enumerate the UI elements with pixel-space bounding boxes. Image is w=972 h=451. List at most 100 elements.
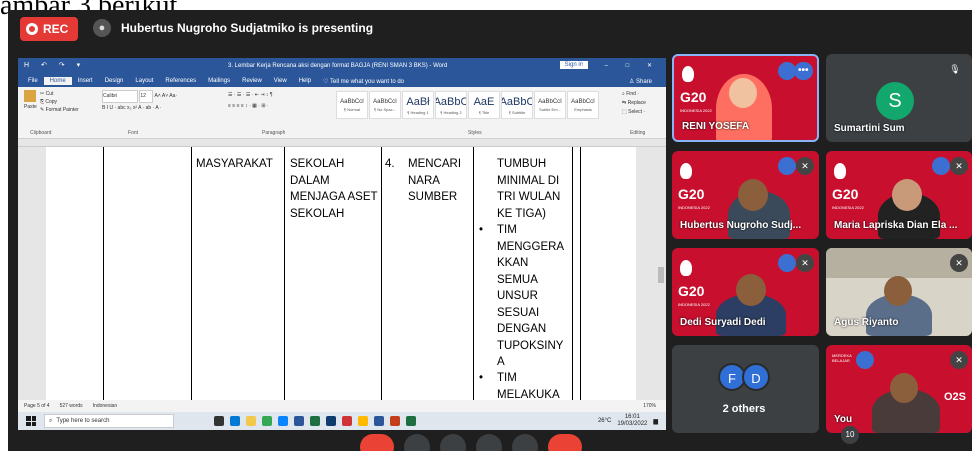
present-button[interactable] xyxy=(476,434,502,451)
zoom-app-icon[interactable] xyxy=(294,416,304,426)
list-number: 4. xyxy=(385,158,395,170)
tab-layout[interactable]: Layout xyxy=(129,77,159,85)
app-icon[interactable] xyxy=(326,416,336,426)
table-border xyxy=(473,147,474,400)
participant-tile-sumartini[interactable]: 🎙 S Sumartini Sum xyxy=(826,54,972,142)
mic-off-icon: ✕ xyxy=(950,351,968,369)
style-heading-2[interactable]: AaBbC ¶ Heading 2 xyxy=(435,91,467,119)
participant-name: Dedi Suryadi Dedi xyxy=(680,317,766,328)
style-subtle-emphasis[interactable]: AaBbCcI Subtle Em... xyxy=(534,91,566,119)
editing-label: Editing xyxy=(630,130,646,136)
windows-start-icon[interactable] xyxy=(26,416,36,426)
clipboard-actions: ✂ Cut ⎘ Copy ✎ Format Painter xyxy=(40,90,79,114)
vertical-scrollbar[interactable] xyxy=(658,267,664,283)
participant-tile-dedi[interactable]: G20 INDONESIA 2022 ✕ Dedi Suryadi Dedi xyxy=(672,248,819,336)
style-subtitle[interactable]: AaBbC ¶ Subtitle xyxy=(501,91,533,119)
replace-button[interactable]: ⇆ Replace xyxy=(622,99,646,108)
status-icon xyxy=(856,351,874,369)
tab-review[interactable]: Review xyxy=(236,77,268,85)
tab-mailings[interactable]: Mailings xyxy=(202,77,236,85)
participant-tile-maria[interactable]: G20 INDONESIA 2022 ✕ Maria Lapriska Dian … xyxy=(826,151,972,239)
leave-call-button[interactable] xyxy=(548,434,582,451)
share-button[interactable]: ♙ Share xyxy=(623,77,658,86)
status-icon xyxy=(778,254,796,272)
tab-insert[interactable]: Insert xyxy=(72,77,99,85)
font-label: Font xyxy=(128,130,139,136)
document-page[interactable]: MASYARAKAT SEKOLAH DALAM MENJAGA ASET SE… xyxy=(46,147,636,400)
window-controls[interactable]: ▭ – □ ✕ xyxy=(581,62,660,69)
table-cell: MENCARI NARA SUMBER xyxy=(408,158,462,203)
powerpoint-icon[interactable] xyxy=(390,416,400,426)
paste-button[interactable]: Paste xyxy=(24,104,37,110)
taskbar-apps xyxy=(214,416,416,426)
copy-button[interactable]: ⎘ Copy xyxy=(40,98,79,106)
table-border xyxy=(580,147,581,400)
participant-tile-hubertus[interactable]: G20 INDONESIA 2022 ✕ Hubertus Nugroho Sud… xyxy=(672,151,819,239)
chrome-icon[interactable] xyxy=(262,416,272,426)
font-size-select[interactable]: 12 xyxy=(139,90,154,103)
taskbar-search[interactable]: ⌕ Type here to search xyxy=(44,414,174,428)
g20-logo-icon xyxy=(682,66,694,82)
mic-button[interactable] xyxy=(360,434,394,451)
paragraph-row2[interactable]: ≡ ≡ ≡ ≡ ↕ · ▦ · ⊞ · xyxy=(228,101,273,112)
paragraph-row1[interactable]: ☰ · ☰ · ☰ · ⇤ ⇥ ↕ ¶ xyxy=(228,90,273,101)
excel-icon[interactable] xyxy=(406,416,416,426)
meeting-window: REC ● Hubertus Nugroho Sudjatmiko is pre… xyxy=(8,10,972,451)
notification-icon[interactable]: ▆ xyxy=(653,418,658,425)
style-title[interactable]: AaE ¶ Title xyxy=(468,91,500,119)
edge-icon[interactable] xyxy=(230,416,240,426)
participant-tile-others[interactable]: F D 2 others xyxy=(672,345,819,433)
g20-logo-icon xyxy=(680,163,692,179)
mic-off-icon: ✕ xyxy=(796,254,814,272)
participant-face xyxy=(736,274,766,306)
tab-help[interactable]: Help xyxy=(293,77,317,85)
font-name-select[interactable]: Calibri xyxy=(102,90,138,103)
tab-home[interactable]: Home xyxy=(43,77,72,85)
app-icon[interactable] xyxy=(358,416,368,426)
cut-button[interactable]: ✂ Cut xyxy=(40,90,79,98)
folder-icon[interactable] xyxy=(246,416,256,426)
app-icon[interactable] xyxy=(342,416,352,426)
zoom-level[interactable]: 170% xyxy=(643,403,656,409)
mic-off-icon: ✕ xyxy=(950,254,968,272)
word-statusbar: Page 5 of 4 527 words Indonesian 170% xyxy=(18,400,666,412)
excel-icon[interactable] xyxy=(310,416,320,426)
language[interactable]: Indonesian xyxy=(93,403,117,409)
more-button[interactable] xyxy=(512,434,538,451)
tab-file[interactable]: File xyxy=(22,77,44,85)
style-emphasis[interactable]: AaBbCcI Emphasis xyxy=(567,91,599,119)
participant-tile-you[interactable]: MERDEKA BELAJAR ✕ O2S You xyxy=(826,345,972,433)
paste-icon[interactable] xyxy=(24,90,36,102)
quick-access-toolbar[interactable]: H ↶ ↷ ▾ xyxy=(24,61,85,69)
format-painter-button[interactable]: ✎ Format Painter xyxy=(40,106,79,114)
g20-text: G20 INDONESIA 2022 xyxy=(678,186,710,210)
captions-button[interactable] xyxy=(440,434,466,451)
weather[interactable]: 26°C xyxy=(598,418,611,424)
camera-button[interactable] xyxy=(404,434,430,451)
tab-view[interactable]: View xyxy=(268,77,293,85)
avatar: S xyxy=(876,82,914,120)
clock[interactable]: 16:01 19/03/2022 xyxy=(617,414,647,428)
find-button[interactable]: ⌕ Find · xyxy=(622,90,646,99)
tell-me-search[interactable]: ♡ Tell me what you want to do xyxy=(317,77,410,86)
store-icon[interactable] xyxy=(278,416,288,426)
select-button[interactable]: ⬚ Select · xyxy=(622,108,646,117)
tab-design[interactable]: Design xyxy=(99,77,130,85)
tab-references[interactable]: References xyxy=(159,77,202,85)
search-placeholder: Type here to search xyxy=(56,418,110,424)
word-icon[interactable] xyxy=(374,416,384,426)
ruler xyxy=(18,139,666,147)
style-no-spacing[interactable]: AaBbCcI ¶ No Spac... xyxy=(369,91,401,119)
more-options-icon[interactable]: ••• xyxy=(794,62,813,80)
font-format-buttons[interactable]: B I U · abc x₂ x² A · ab · A · xyxy=(102,103,177,114)
table-cell: TUMBUH MINIMAL DI TRI WULAN KE TIGA) xyxy=(497,158,561,220)
participant-count-badge[interactable]: 10 xyxy=(841,426,859,444)
task-view-icon[interactable] xyxy=(214,416,224,426)
style-heading-1[interactable]: AaBł ¶ Heading 1 xyxy=(402,91,434,119)
ribbon-home: Paste ✂ Cut ⎘ Copy ✎ Format Painter Clip… xyxy=(18,87,666,139)
participant-tile-reni[interactable]: G20 INDONESIA 2022 ••• RENI YOSEFA xyxy=(672,54,819,142)
style-normal[interactable]: AaBbCcI ¶ Normal xyxy=(336,91,368,119)
rec-indicator[interactable]: REC xyxy=(20,17,78,41)
merdeka-belajar-logo: MERDEKA BELAJAR xyxy=(832,353,852,363)
participant-tile-agus[interactable]: ✕ Agus Riyanto xyxy=(826,248,972,336)
